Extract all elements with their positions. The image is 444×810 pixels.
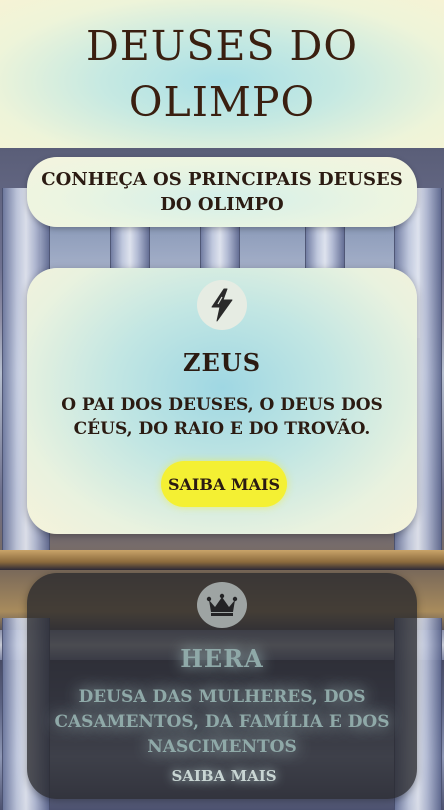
intro-heading: CONHEÇA OS PRINCIPAIS DEUSES DO OLIMPO — [41, 169, 403, 215]
god-name: ZEUS — [182, 348, 262, 377]
crown-icon — [197, 582, 247, 628]
saiba-mais-button[interactable]: SAIBA MAIS — [161, 461, 287, 507]
god-name: HERA — [180, 644, 264, 673]
god-card-hera: HERA DEUSA DAS MULHERES, DOS CASAMENTOS,… — [27, 573, 417, 799]
site-title: DEUSES DO OLIMPO — [86, 22, 358, 126]
lightning-bolt-icon — [197, 280, 247, 330]
temple-ledge — [0, 550, 444, 570]
god-description: O PAI DOS DEUSES, O DEUS DOS CÉUS, DO RA… — [61, 395, 383, 439]
intro-banner: CONHEÇA OS PRINCIPAIS DEUSES DO OLIMPO — [27, 157, 417, 227]
page-header: DEUSES DO OLIMPO — [0, 0, 444, 148]
god-description: DEUSA DAS MULHERES, DOS CASAMENTOS, DA F… — [54, 687, 390, 757]
saiba-mais-button[interactable]: SAIBA MAIS — [161, 763, 287, 789]
god-card-zeus: ZEUS O PAI DOS DEUSES, O DEUS DOS CÉUS, … — [27, 268, 417, 534]
